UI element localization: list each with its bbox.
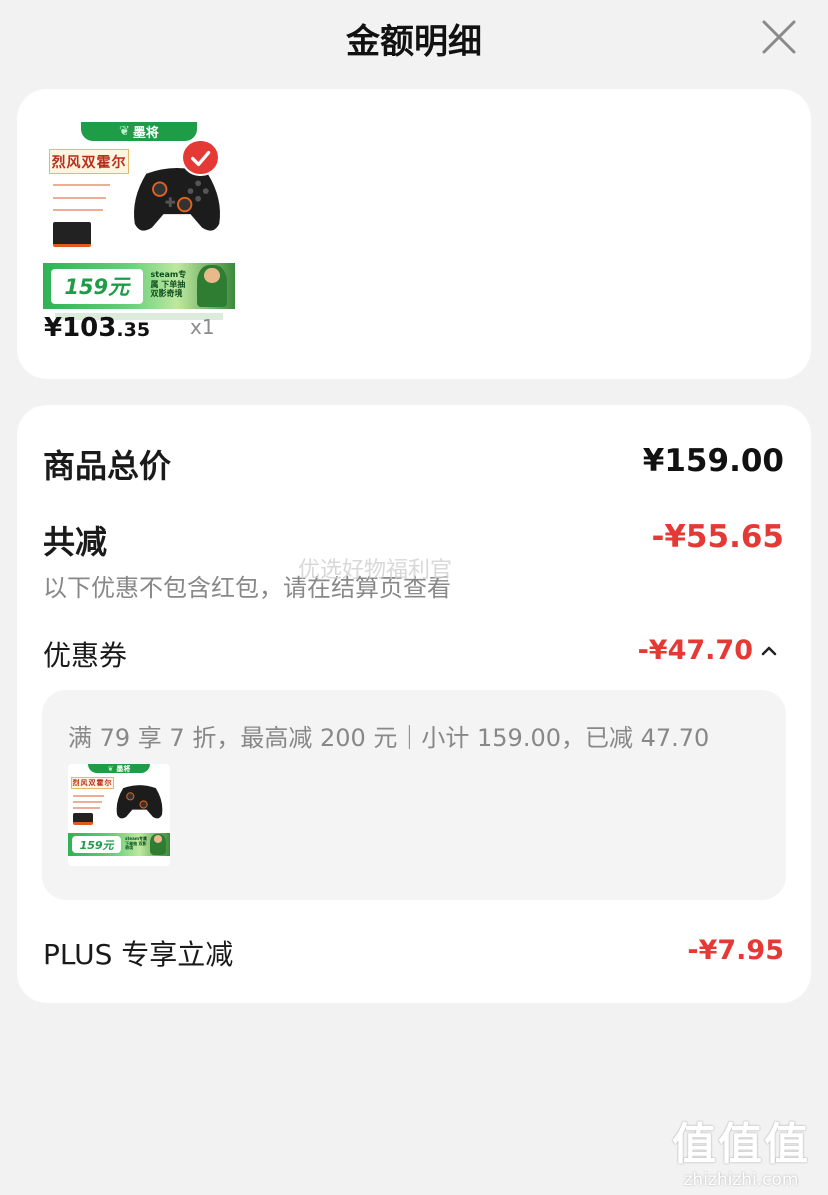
coupon-value[interactable]: -¥47.70 — [638, 635, 753, 666]
price-banner: 159元 steam专属 下单抽 双影奇境 — [68, 833, 170, 856]
chevron-up-icon — [761, 646, 777, 656]
coupon-label[interactable]: 优惠券 — [43, 634, 127, 674]
receiver-image — [52, 221, 91, 247]
coupon-toggle[interactable] — [757, 639, 781, 663]
banner-text: steam专属 下单抽 双影奇境 — [150, 270, 187, 299]
amount-summary-card: 商品总价 ¥159.00 共减 -¥55.65 以下优惠不包含红包，请在结算页查… — [17, 405, 811, 1003]
receiver-image — [73, 812, 94, 826]
price-tag: 159元 — [72, 836, 122, 854]
banner-text: steam专属 下单抽 双影奇境 — [125, 835, 147, 851]
selected-check-icon — [181, 138, 220, 177]
watermark-logo: 值值值 zhizhizhi.com — [672, 1119, 810, 1190]
close-button[interactable] — [760, 18, 798, 56]
plus-discount-label: PLUS 专享立减 — [43, 938, 234, 971]
watermark-text: 优选好物福利官 — [298, 558, 453, 583]
close-icon — [762, 20, 796, 54]
promo-title: 烈风双霍尔 — [71, 777, 114, 790]
character-image — [149, 834, 166, 855]
header: 金额明细 — [0, 0, 828, 80]
product-thumbnail[interactable]: ❦ 墨将 烈风双霍尔 159元 steam专属 下单抽 双影奇境 — [43, 122, 235, 330]
product-quantity: x1 — [190, 315, 215, 339]
character-image — [196, 265, 228, 308]
total-price-value: ¥159.00 — [642, 443, 784, 479]
total-price-label: 商品总价 — [43, 447, 172, 485]
brand-label: ❦ 墨将 — [81, 122, 197, 141]
total-discount-label: 共减 — [43, 523, 108, 561]
product-card: ❦ 墨将 烈风双霍尔 159元 steam专属 下单抽 双影奇境 ¥103.35… — [17, 89, 811, 379]
price-banner: 159元 steam专属 下单抽 双影奇境 — [43, 263, 235, 310]
gamepad-image — [114, 779, 165, 824]
brand-label: ❦ 墨将 — [88, 764, 150, 774]
total-discount-value: -¥55.65 — [651, 519, 785, 555]
plus-discount-value: -¥7.95 — [687, 935, 784, 966]
coupon-description: 满 79 享 7 折，最高减 200 元｜小计 159.00，已减 47.70 — [68, 724, 710, 752]
product-price: ¥103.35 — [44, 313, 151, 343]
promo-title: 烈风双霍尔 — [48, 149, 130, 174]
coupon-product-thumbnail[interactable]: ❦ 墨将 烈风双霍尔 159元 steam专属 下单抽 双影奇境 — [68, 764, 170, 866]
price-tag: 159元 — [50, 268, 143, 304]
page-title: 金额明细 — [346, 22, 482, 62]
coupon-detail-box: 满 79 享 7 折，最高减 200 元｜小计 159.00，已减 47.70 … — [42, 690, 786, 900]
